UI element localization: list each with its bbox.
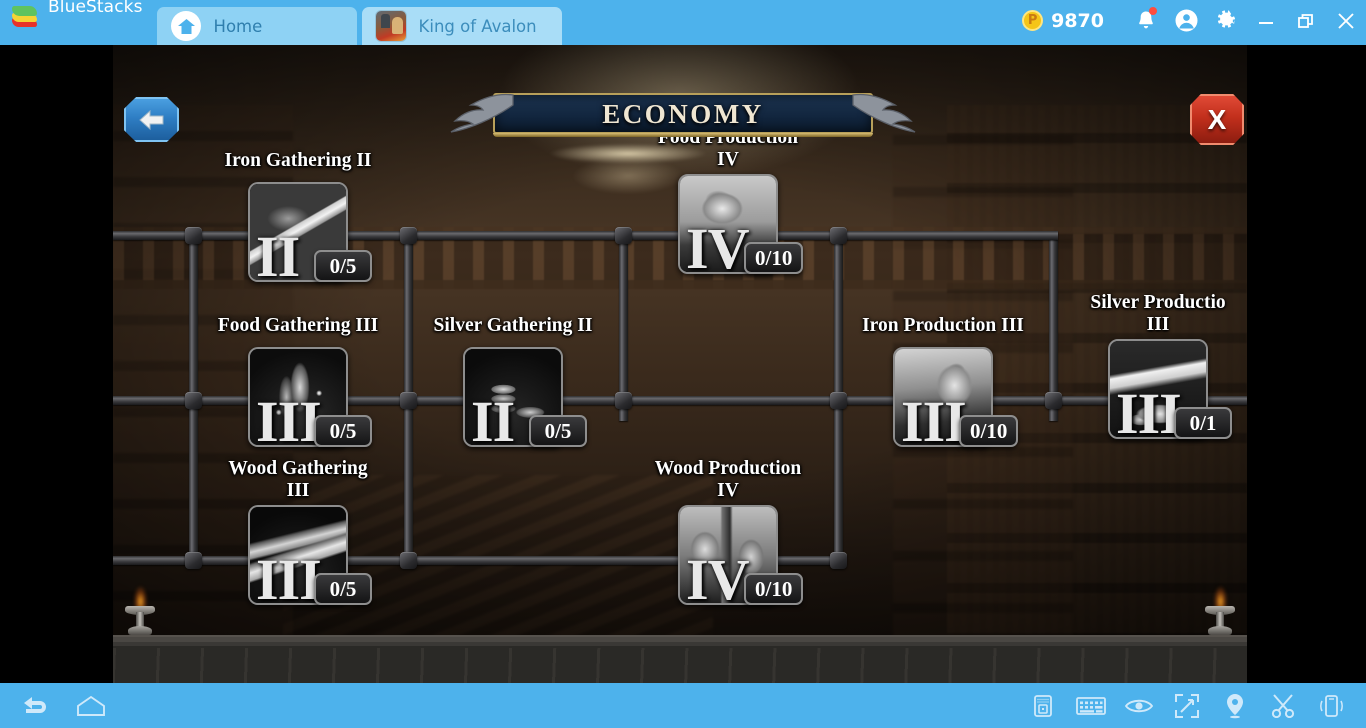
node-roman-numeral: III xyxy=(1116,381,1182,439)
node-roman-numeral: III xyxy=(256,547,322,605)
pipe-joint xyxy=(830,392,847,409)
brand: BlueStacks xyxy=(0,0,157,45)
location-button[interactable] xyxy=(1214,686,1256,726)
node-progress-badge: 0/10 xyxy=(959,415,1019,447)
bluestacks-logo-icon xyxy=(12,5,38,29)
stone-ledge xyxy=(113,635,1247,683)
restore-button[interactable] xyxy=(1286,0,1326,41)
node-roman-numeral: II xyxy=(471,389,515,447)
node-progress-badge: 0/5 xyxy=(314,415,372,447)
node-progress-badge: 0/10 xyxy=(744,573,804,605)
brazier-right xyxy=(1205,579,1235,635)
pipe-joint xyxy=(400,227,417,244)
pipe-joint xyxy=(185,392,202,409)
settings-button[interactable] xyxy=(1206,0,1246,41)
game-viewport: n II II /5 Iron Gathering II II 0/5 Food… xyxy=(0,45,1366,683)
eye-button[interactable] xyxy=(1118,686,1160,726)
node-progress-badge: 0/10 xyxy=(744,242,804,274)
android-back-button[interactable] xyxy=(14,686,56,726)
tab-home[interactable]: Home xyxy=(156,7,357,45)
node-roman-numeral: IV xyxy=(686,216,749,274)
pipe-joint xyxy=(830,552,847,569)
brand-label: BlueStacks xyxy=(48,0,143,17)
pipe-joint xyxy=(400,552,417,569)
left-arrow-icon xyxy=(138,109,163,130)
economy-research-screen: n II II /5 Iron Gathering II II 0/5 Food… xyxy=(113,45,1247,683)
notifications-button[interactable] xyxy=(1126,0,1166,41)
pipe-joint xyxy=(400,392,417,409)
notification-badge xyxy=(1149,7,1157,15)
node-title: Wood Gathering III xyxy=(228,458,368,501)
pipe-joint xyxy=(185,227,202,244)
home-icon xyxy=(170,11,201,41)
pipe-joint xyxy=(1045,392,1062,409)
points-display[interactable]: P 9870 xyxy=(1022,10,1104,32)
node-title: Silver Gathering II xyxy=(433,315,593,336)
close-panel-button[interactable]: X xyxy=(1190,94,1244,145)
pipe-joint xyxy=(830,227,847,244)
tab-king-of-avalon-label: King of Avalon xyxy=(418,16,537,36)
pipe-joint xyxy=(615,392,632,409)
node-title: Silver Productio III xyxy=(1090,292,1226,335)
bluestacks-titlebar: BlueStacks Home King of Avalon P 9870 xyxy=(0,0,1366,45)
bottombar-left-actions xyxy=(0,686,112,726)
brazier-left xyxy=(125,579,155,635)
node-roman-numeral: III xyxy=(256,389,322,447)
node-roman-numeral: III xyxy=(901,389,967,447)
close-button[interactable] xyxy=(1326,0,1366,41)
node-roman-numeral: IV xyxy=(686,547,749,605)
node-title: Iron Gathering II xyxy=(224,150,372,171)
node-progress-badge: 0/5 xyxy=(314,573,372,605)
tab-home-label: Home xyxy=(213,16,263,36)
game-app-icon xyxy=(375,11,406,41)
node-title: Wood Production IV xyxy=(654,458,802,501)
bluestacks-bottombar xyxy=(0,683,1366,728)
screenshot-button[interactable] xyxy=(1262,686,1304,726)
fullscreen-button[interactable] xyxy=(1166,686,1208,726)
game-controls-button[interactable] xyxy=(1022,686,1064,726)
titlebar-actions: P 9870 xyxy=(1022,0,1366,45)
back-button[interactable] xyxy=(124,97,179,142)
pipe-joint xyxy=(615,227,632,244)
node-progress-badge: 0/5 xyxy=(314,250,372,282)
node-progress-badge: 0/5 xyxy=(529,415,587,447)
tab-king-of-avalon[interactable]: King of Avalon xyxy=(361,7,562,45)
keyboard-button[interactable] xyxy=(1070,686,1112,726)
account-button[interactable] xyxy=(1166,0,1206,41)
page-title: ECONOMY xyxy=(602,99,764,129)
pipe-joint xyxy=(185,552,202,569)
node-progress-badge: 0/1 xyxy=(1174,407,1232,439)
economy-banner: ECONOMY xyxy=(450,91,916,138)
bottombar-right-actions xyxy=(1022,686,1366,726)
android-home-button[interactable] xyxy=(70,686,112,726)
points-value: 9870 xyxy=(1051,9,1104,32)
shake-button[interactable] xyxy=(1310,686,1352,726)
points-coin-icon: P xyxy=(1022,10,1044,31)
minimize-button[interactable] xyxy=(1246,0,1286,41)
node-roman-numeral: II xyxy=(256,224,300,282)
